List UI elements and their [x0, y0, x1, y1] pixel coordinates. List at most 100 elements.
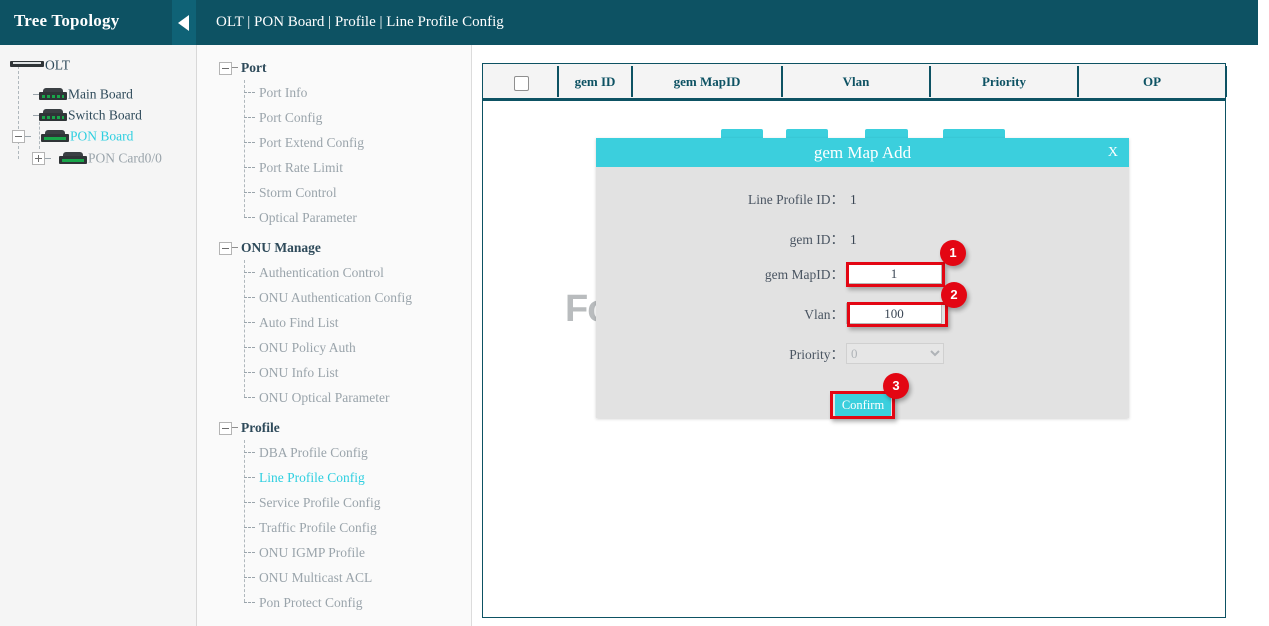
menu-item-port-rate-limit[interactable]: Port Rate Limit [197, 155, 471, 180]
device-olt-icon [10, 59, 44, 71]
menu-item-label: Port Config [259, 110, 322, 125]
table-header-gem-id[interactable]: gem ID [559, 66, 633, 97]
chevron-left-glyph [178, 15, 189, 31]
device-pon-board-icon [41, 130, 69, 142]
tree-panel-title: Tree Topology [14, 11, 119, 31]
tree-node-label: PON Card0/0 [88, 150, 162, 165]
field-label: Vlan： [596, 303, 844, 327]
menu-group-header-onu-manage[interactable]: ONU Manage [197, 235, 471, 260]
menu-item-label: Storm Control [259, 185, 337, 200]
menu-item-traffic-profile-config[interactable]: Traffic Profile Config [197, 515, 471, 540]
chevron-left-icon[interactable] [172, 0, 196, 45]
menu-group-onu-manage: ONU Manage Authentication Control ONU Au… [197, 235, 471, 410]
collapse-expander-icon[interactable] [219, 422, 232, 435]
collapse-expander-icon[interactable] [219, 62, 232, 75]
menu-item-label: ONU Authentication Config [259, 290, 412, 305]
menu-item-optical-parameter[interactable]: Optical Parameter [197, 205, 471, 230]
menu-item-onu-optical-parameter[interactable]: ONU Optical Parameter [197, 385, 471, 410]
menu-item-dba-profile-config[interactable]: DBA Profile Config [197, 440, 471, 465]
table-header-select-all [485, 66, 559, 97]
field-row-line-profile-id: Line Profile ID： 1 [596, 188, 1129, 212]
menu-group-label: Profile [241, 420, 280, 435]
menu-item-label: Authentication Control [259, 265, 384, 280]
tree-node-label: PON Board [70, 128, 133, 143]
tree-connector [45, 158, 51, 159]
field-row-gem-id: gem ID： 1 [596, 228, 1129, 252]
tree-node-olt[interactable]: OLT [0, 53, 196, 77]
menu-group-profile: Profile DBA Profile Config Line Profile … [197, 415, 471, 615]
breadcrumb: OLT | PON Board | Profile | Line Profile… [216, 14, 504, 31]
field-row-gem-mapid: gem MapID： [596, 263, 1129, 287]
tree-topology-panel: Tree Topology OLT Main Board [0, 0, 197, 626]
menu-group-header-profile[interactable]: Profile [197, 415, 471, 440]
dialog-title-bar: gem Map Add X [596, 138, 1129, 167]
field-label: gem MapID： [596, 263, 844, 287]
menu-item-label: Port Info [259, 85, 307, 100]
collapse-expander-icon[interactable] [219, 242, 232, 255]
expand-expander-icon[interactable] [32, 152, 45, 165]
menu-item-onu-multicast-acl[interactable]: ONU Multicast ACL [197, 565, 471, 590]
table-header-gem-mapid[interactable]: gem MapID [633, 66, 783, 97]
nav-menu-panel: Port Port Info Port Config Port Extend C… [197, 45, 472, 626]
menu-item-label: Auto Find List [259, 315, 339, 330]
top-breadcrumb-bar: OLT | PON Board | Profile | Line Profile… [196, 0, 1258, 45]
tree-connector [25, 136, 31, 137]
tree-node-pon-board[interactable]: PON Board [0, 124, 196, 148]
menu-group-header-port[interactable]: Port [197, 55, 471, 80]
close-icon[interactable]: X [1108, 138, 1118, 167]
menu-item-storm-control[interactable]: Storm Control [197, 180, 471, 205]
menu-item-label: Service Profile Config [259, 495, 380, 510]
menu-item-label: DBA Profile Config [259, 445, 368, 460]
menu-item-auto-find-list[interactable]: Auto Find List [197, 310, 471, 335]
menu-item-onu-info-list[interactable]: ONU Info List [197, 360, 471, 385]
table-header-priority[interactable]: Priority [931, 66, 1079, 97]
collapse-expander-icon[interactable] [12, 130, 25, 143]
menu-item-port-info[interactable]: Port Info [197, 80, 471, 105]
topbar-right-gap [1258, 0, 1269, 45]
table-header-op[interactable]: OP [1079, 66, 1227, 97]
menu-item-service-profile-config[interactable]: Service Profile Config [197, 490, 471, 515]
menu-item-label: ONU IGMP Profile [259, 545, 365, 560]
field-value-gem-id: 1 [850, 228, 857, 252]
menu-connector [232, 67, 238, 68]
menu-item-authentication-control[interactable]: Authentication Control [197, 260, 471, 285]
table-header-row: gem ID gem MapID Vlan Priority OP [483, 64, 1225, 101]
menu-item-label: Traffic Profile Config [259, 520, 377, 535]
menu-item-port-extend-config[interactable]: Port Extend Config [197, 130, 471, 155]
tree-node-label: Switch Board [68, 107, 142, 122]
field-label: Priority： [596, 343, 844, 367]
menu-item-onu-policy-auth[interactable]: ONU Policy Auth [197, 335, 471, 360]
gem-map-add-dialog: gem Map Add X Line Profile ID： 1 gem ID：… [596, 138, 1129, 418]
field-label: Line Profile ID： [596, 188, 844, 212]
menu-group-label: Port [241, 60, 266, 75]
vlan-input[interactable] [846, 303, 942, 324]
app-root: Tree Topology OLT Main Board [0, 0, 1269, 626]
dialog-title: gem Map Add [814, 143, 911, 162]
confirm-button[interactable]: Confirm [835, 394, 891, 416]
menu-item-pon-protect-config[interactable]: Pon Protect Config [197, 590, 471, 615]
field-value-line-profile-id: 1 [850, 188, 857, 212]
priority-select[interactable]: 0 [846, 343, 944, 364]
device-board-icon [39, 109, 67, 121]
menu-item-label: Port Rate Limit [259, 160, 343, 175]
tree-node-list: OLT Main Board Switch Board PON Board [0, 45, 196, 170]
tree-panel-header: Tree Topology [0, 0, 196, 45]
menu-group-port: Port Port Info Port Config Port Extend C… [197, 55, 471, 230]
field-label: gem ID： [596, 228, 844, 252]
menu-item-label: Line Profile Config [259, 470, 365, 485]
checkbox-icon[interactable] [514, 76, 529, 91]
menu-item-port-config[interactable]: Port Config [197, 105, 471, 130]
menu-item-onu-igmp-profile[interactable]: ONU IGMP Profile [197, 540, 471, 565]
menu-item-label: Pon Protect Config [259, 595, 363, 610]
table-header-vlan[interactable]: Vlan [783, 66, 931, 97]
menu-item-line-profile-config[interactable]: Line Profile Config [197, 465, 471, 490]
menu-item-onu-authentication-config[interactable]: ONU Authentication Config [197, 285, 471, 310]
tree-node-label: Main Board [68, 86, 133, 101]
tree-node-pon-card[interactable]: PON Card0/0 [0, 146, 196, 170]
menu-group-label: ONU Manage [241, 240, 321, 255]
device-board-icon [39, 88, 67, 100]
menu-item-label: Port Extend Config [259, 135, 364, 150]
field-row-vlan: Vlan： [596, 303, 1129, 327]
field-row-priority: Priority： 0 [596, 343, 1129, 367]
gem-mapid-input[interactable] [846, 263, 942, 284]
